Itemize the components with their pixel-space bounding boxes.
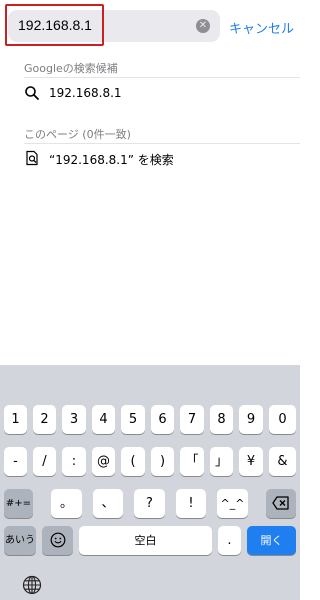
return-key[interactable]: 開く (247, 526, 296, 555)
emoji-key[interactable] (42, 526, 73, 555)
key-question[interactable]: ? (134, 489, 165, 518)
find-in-page-icon (26, 150, 38, 166)
emoji-icon (50, 532, 65, 548)
key-exclamation[interactable]: ! (176, 489, 206, 518)
key-4[interactable]: 4 (92, 405, 115, 434)
key-period[interactable]: . (218, 526, 241, 555)
search-icon (25, 86, 39, 100)
divider (24, 77, 300, 78)
clear-icon[interactable]: ✕ (196, 19, 210, 33)
key-ampersand[interactable]: & (269, 447, 296, 476)
backspace-key[interactable] (266, 489, 296, 518)
suggestion-item[interactable]: 192.168.8.1 (49, 86, 122, 100)
key-colon[interactable]: : (62, 447, 86, 476)
key-kaomoji[interactable]: ^_^ (217, 489, 248, 518)
key-hyphen[interactable]: - (4, 447, 27, 476)
divider (24, 143, 300, 144)
key-9[interactable]: 9 (239, 405, 263, 434)
key-ideographic-comma[interactable]: 、 (93, 489, 123, 518)
google-suggestions-header: Googleの検索候補 (24, 62, 118, 75)
key-bracket-open[interactable]: 「 (180, 447, 204, 476)
key-7[interactable]: 7 (180, 405, 204, 434)
globe-icon[interactable] (22, 575, 42, 595)
key-bracket-close[interactable]: 」 (210, 447, 233, 476)
kana-mode-key[interactable]: あいう (4, 526, 36, 555)
key-5[interactable]: 5 (121, 405, 145, 434)
key-3[interactable]: 3 (62, 405, 86, 434)
search-highlight-box (5, 4, 104, 46)
key-8[interactable]: 8 (210, 405, 233, 434)
key-at[interactable]: @ (92, 447, 115, 476)
key-2[interactable]: 2 (33, 405, 56, 434)
key-slash[interactable]: / (33, 447, 56, 476)
backspace-icon (272, 496, 289, 510)
key-paren-close[interactable]: ) (151, 447, 174, 476)
symbol-mode-key[interactable]: #+= (4, 489, 33, 518)
key-yen[interactable]: ¥ (239, 447, 263, 476)
key-6[interactable]: 6 (151, 405, 174, 434)
page-search-header: このページ (0件一致) (24, 128, 131, 141)
key-paren-open[interactable]: ( (121, 447, 145, 476)
key-0[interactable]: 0 (269, 405, 296, 434)
space-key[interactable]: 空白 (79, 526, 212, 555)
key-ideographic-period[interactable]: 。 (51, 489, 82, 518)
key-1[interactable]: 1 (4, 405, 27, 434)
find-in-page-item[interactable]: “192.168.8.1” を検索 (49, 151, 174, 168)
cancel-button[interactable]: キャンセル (229, 18, 294, 37)
keyboard: 1 2 3 4 5 6 7 8 9 0 - / : @ ( ) 「 」 ¥ & … (0, 365, 300, 600)
